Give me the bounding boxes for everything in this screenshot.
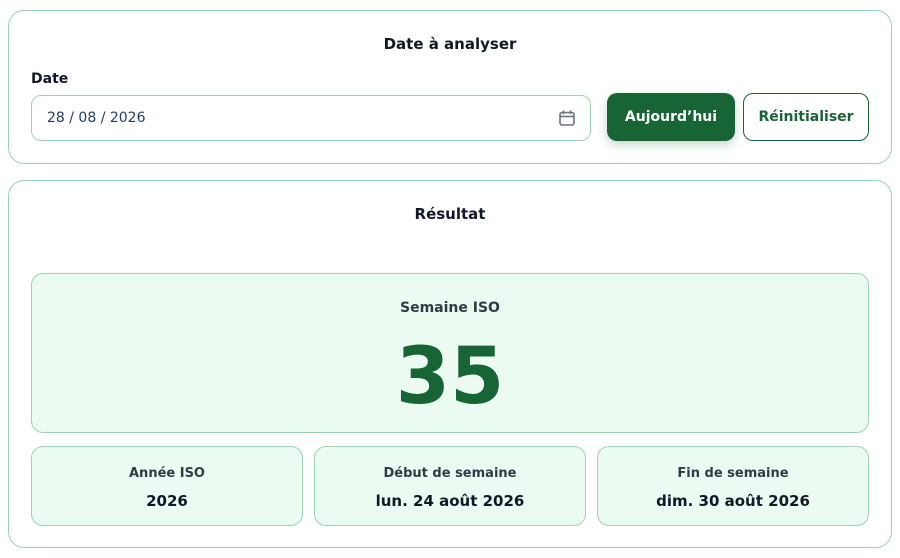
date-input-card: Date à analyser Date 28 / 08 / 2026 Aujo… <box>8 10 892 164</box>
iso-year-value: 2026 <box>146 492 188 510</box>
reset-button[interactable]: Réinitialiser <box>743 93 869 141</box>
date-field-value: 28 / 08 / 2026 <box>47 110 146 126</box>
week-start-label: Début de semaine <box>383 466 517 481</box>
iso-week-label: Semaine ISO <box>400 300 500 316</box>
input-section-title: Date à analyser <box>383 35 517 53</box>
calendar-icon[interactable] <box>558 109 576 127</box>
iso-year-panel: Année ISO 2026 <box>31 446 303 526</box>
week-start-value: lun. 24 août 2026 <box>375 492 525 510</box>
week-start-panel: Début de semaine lun. 24 août 2026 <box>314 446 586 526</box>
result-card: Résultat Semaine ISO 35 Année ISO 2026 D… <box>8 180 892 548</box>
today-button[interactable]: Aujourd’hui <box>607 93 735 141</box>
week-end-panel: Fin de semaine dim. 30 août 2026 <box>597 446 869 526</box>
week-end-label: Fin de semaine <box>677 466 789 481</box>
iso-week-panel: Semaine ISO 35 <box>31 273 869 433</box>
iso-year-label: Année ISO <box>129 466 205 481</box>
iso-week-number: 35 <box>395 332 505 422</box>
date-field-label: Date <box>31 71 69 87</box>
result-section-title: Résultat <box>414 205 486 223</box>
date-field[interactable]: 28 / 08 / 2026 <box>31 95 591 141</box>
week-end-value: dim. 30 août 2026 <box>656 492 810 510</box>
